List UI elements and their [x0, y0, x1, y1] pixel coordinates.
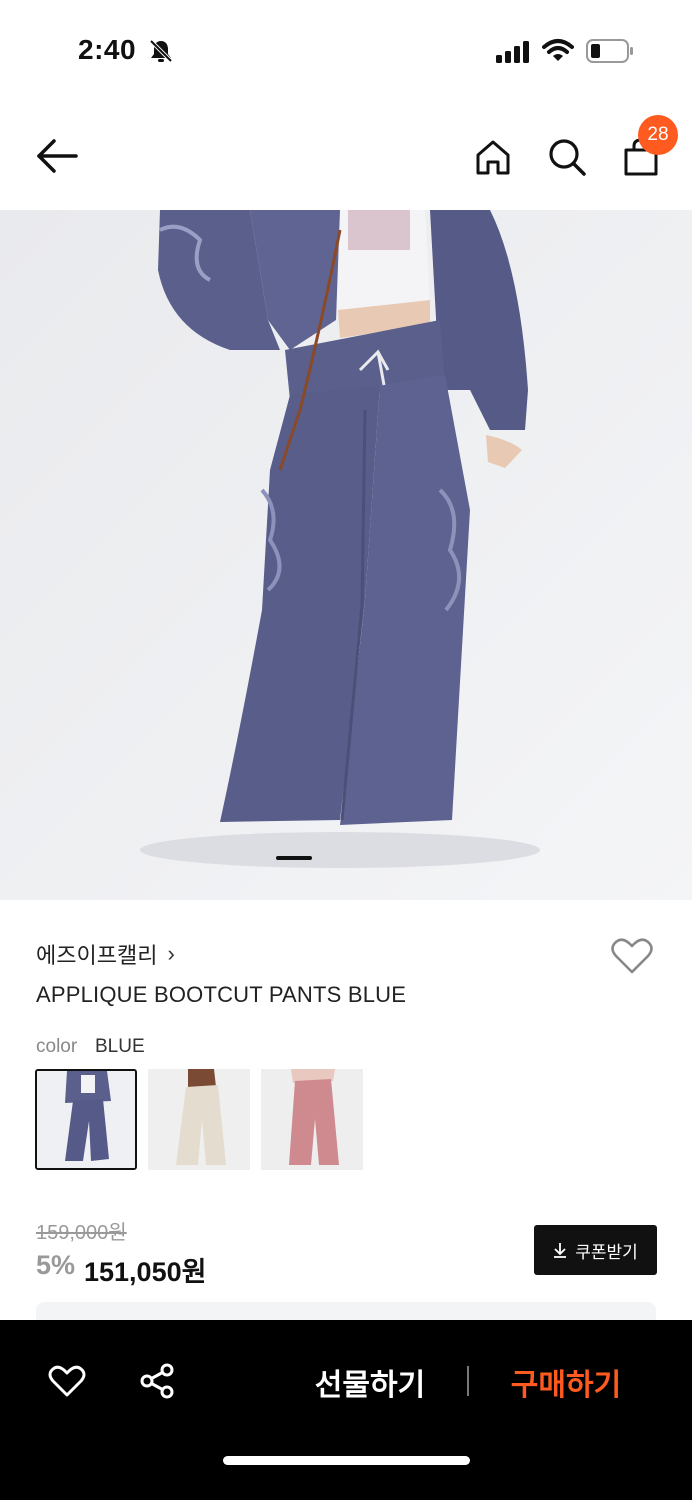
divider [467, 1366, 469, 1396]
buy-button[interactable]: 구매하기 [496, 1360, 636, 1404]
color-swatch-pink[interactable] [261, 1069, 363, 1170]
heart-icon[interactable] [610, 936, 654, 976]
coupon-download-button[interactable]: 쿠폰받기 [534, 1225, 657, 1275]
selected-color-value: BLUE [95, 1036, 145, 1057]
product-title: APPLIQUE BOOTCUT PANTS BLUE [36, 982, 407, 1007]
coupon-label: 쿠폰받기 [575, 1242, 638, 1262]
swatch-thumbnail [37, 1071, 135, 1168]
download-icon [554, 1243, 567, 1258]
product-photo [0, 210, 692, 900]
product-image-carousel[interactable] [0, 210, 692, 900]
battery-icon [586, 39, 633, 63]
sale-price: 151,050원 [84, 1257, 207, 1287]
swatch-thumbnail [261, 1069, 363, 1170]
back-arrow-icon[interactable] [34, 136, 80, 176]
color-option-label: color [36, 1036, 78, 1057]
cart-count-badge: 28 [638, 115, 678, 155]
share-icon[interactable] [138, 1362, 176, 1400]
gift-button[interactable]: 선물하기 [300, 1360, 440, 1404]
carousel-page-indicator [276, 856, 312, 860]
bell-off-icon [149, 39, 173, 63]
bottom-action-bar: 선물하기 구매하기 [0, 1320, 692, 1500]
swatch-thumbnail [148, 1069, 250, 1170]
search-icon[interactable] [546, 136, 588, 178]
home-icon[interactable] [472, 136, 514, 178]
home-indicator[interactable] [223, 1456, 470, 1465]
original-price: 159,000원 [36, 1222, 127, 1244]
wifi-icon [542, 39, 574, 61]
status-bar: 2:40 [0, 0, 692, 100]
status-time: 2:40 [78, 34, 137, 65]
top-navigation [0, 100, 692, 210]
brand-link[interactable]: 에즈이프캘리 › [36, 938, 175, 970]
brand-name: 에즈이프캘리 [36, 943, 158, 968]
heart-icon[interactable] [48, 1364, 86, 1398]
color-swatch-blue[interactable] [35, 1069, 137, 1170]
discount-rate: 5% [36, 1250, 76, 1280]
cellular-signal-icon [496, 41, 529, 63]
chevron-right-icon: › [167, 941, 175, 966]
color-swatch-cream[interactable] [148, 1069, 250, 1170]
